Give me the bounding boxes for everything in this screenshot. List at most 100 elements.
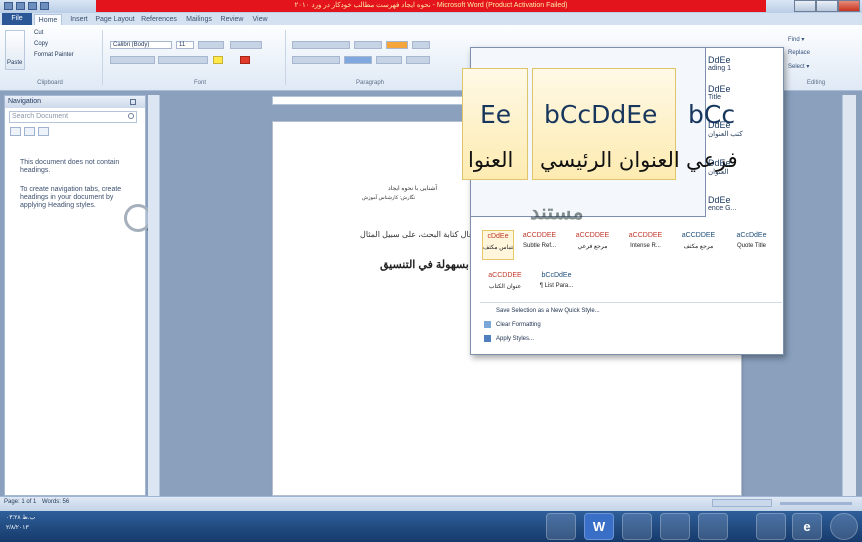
tab-view[interactable]: View [248,14,272,25]
tab-page-layout[interactable]: Page Layout [94,14,136,25]
search-icon[interactable] [128,113,134,119]
browse-results-tab[interactable] [38,127,49,136]
editing-group-label: Editing [806,80,826,86]
system-tray-icons[interactable] [50,520,110,530]
justify-button[interactable] [344,56,372,64]
style-cell-row1-6[interactable]: cDdEe اقتباس مكثف [482,230,514,260]
menu-separator [480,302,782,303]
align-text-buttons[interactable] [292,56,340,64]
tab-file[interactable]: File [2,13,32,25]
apply-styles-icon [484,334,491,342]
highlight-color-icon[interactable] [213,56,223,64]
style-cell-row1-5[interactable]: aCCDDEE Subtle Ref... [513,230,566,260]
page-count-status[interactable]: Page: 1 of 1 [4,499,36,505]
doc-line-1: آشنایی با نحوه ایجاد [388,186,437,192]
style-icon [484,307,491,314]
side-style-3[interactable]: DdEe كتب العنوان [708,120,782,138]
close-button[interactable] [838,0,860,12]
paragraph-group-label: Paragraph [355,80,385,86]
close-pane-icon[interactable] [130,99,136,105]
font-group-label: Font [193,80,206,86]
vertical-scrollbar[interactable] [842,95,856,496]
style-cell-row2-1[interactable]: bCcDdEe ¶ List Para... [530,270,583,300]
zoom-slider[interactable] [780,502,852,505]
change-case-button[interactable] [230,41,262,49]
minimize-button[interactable] [794,0,816,12]
style-sample-center: bCcDdEe [544,100,658,129]
chrome-icon[interactable] [660,513,690,540]
start-button[interactable] [830,513,858,540]
navigation-pane-title: Navigation [5,96,145,108]
side-style-1[interactable]: DdEe ading 1 [708,55,782,72]
tab-insert[interactable]: Insert [66,14,92,25]
vertical-ruler [148,95,160,496]
copy-button[interactable]: Copy [34,41,48,47]
browse-headings-tab[interactable] [10,127,21,136]
taskbar-app-icon-2[interactable] [622,513,652,540]
font-size-box[interactable]: 11 [176,41,194,49]
format-painter-button[interactable]: Format Painter [34,52,74,58]
word-taskbar-icon[interactable]: W [584,513,614,540]
side-style-2[interactable]: DdEe Title [708,84,782,101]
style-cell-row1-4[interactable]: aCCDDEE مرجع فرعي [566,230,619,260]
apply-styles-item[interactable]: Apply Styles... [484,333,534,345]
style-cell-row1-1[interactable]: aCcDdEe Quote Title [725,230,778,260]
tab-home[interactable]: Home [34,14,62,25]
taskbar-app-icon-3[interactable] [698,513,728,540]
strikethrough-subscript-buttons[interactable] [158,56,208,64]
rtl-direction-button[interactable] [386,41,408,49]
clear-formatting-item[interactable]: Clear Formatting [484,319,541,331]
navigation-empty-message: This document does not contain headings. [20,159,120,174]
replace-button[interactable]: Replace [788,50,810,56]
shading-border-buttons[interactable] [406,56,430,64]
view-buttons[interactable] [712,499,772,507]
style-blur-text: مستند [530,201,584,224]
clock-time[interactable]: ۰۳:۲۸ ب.ظ [6,514,35,521]
navigation-pane [4,95,146,496]
grow-shrink-font-buttons[interactable] [198,41,224,49]
taskbar [0,511,862,542]
clear-formatting-icon [484,320,491,328]
clipboard-group-label: Clipboard [37,80,63,86]
doc-line-2: نگارش: کارشناس آموزش [362,195,416,201]
internet-explorer-icon[interactable]: e [792,513,822,540]
maximize-button[interactable] [816,0,838,12]
undo-icon[interactable] [28,2,37,10]
style-cell-row1-3[interactable]: aCCDDEE Intense R... [619,230,672,260]
explorer-icon[interactable] [756,513,786,540]
indent-buttons[interactable] [354,41,382,49]
sort-button[interactable] [412,41,430,49]
bold-italic-underline-buttons[interactable] [110,56,155,64]
line-spacing-button[interactable] [376,56,402,64]
style-sample-left: Ee [480,100,512,129]
tab-review[interactable]: Review [218,14,246,25]
tab-mailings[interactable]: Mailings [182,14,216,25]
style-arabic-center: العنوان الرئيسي [540,148,680,172]
style-cell-row1-2[interactable]: aCCDDEE مرجع مكثف [672,230,725,260]
side-style-4[interactable]: DdEe العنوان [708,158,782,176]
find-button[interactable]: Find ▾ [788,36,804,43]
cut-button[interactable]: Cut [34,30,43,36]
style-arabic-left: العنوا [468,148,514,172]
font-color-icon[interactable] [240,56,250,64]
redo-icon[interactable] [40,2,49,10]
group-divider [102,30,103,85]
select-button[interactable]: Select ▾ [788,63,809,70]
tab-references[interactable]: References [138,14,180,25]
side-style-5[interactable]: DdEe ence G... [708,195,782,212]
save-quick-style-item[interactable]: Save Selection as a New Quick Style... [484,305,600,317]
paste-label: Paste [7,60,23,66]
window-title: نحوه ایجاد فهرست مطالب خودکار در ورد ۲۰۱… [96,0,766,12]
browse-pages-tab[interactable] [24,127,35,136]
taskbar-app-icon-1[interactable] [546,513,576,540]
word-count-status[interactable]: Words: 56 [42,499,69,505]
clock-date[interactable]: ۲/۸/۲۰۱۳ [6,524,29,531]
font-name-box[interactable]: Calibri (Body) [110,41,172,49]
bullets-numbering-buttons[interactable] [292,41,350,49]
style-cell-row2-2[interactable]: aCCDDEE عنوان الكتاب [484,270,526,300]
word-logo-icon[interactable] [4,2,13,10]
group-divider [285,30,286,85]
search-document-input[interactable]: Search Document [9,111,137,123]
navigation-help-message: To create navigation tabs, create headin… [20,186,122,209]
save-icon[interactable] [16,2,25,10]
